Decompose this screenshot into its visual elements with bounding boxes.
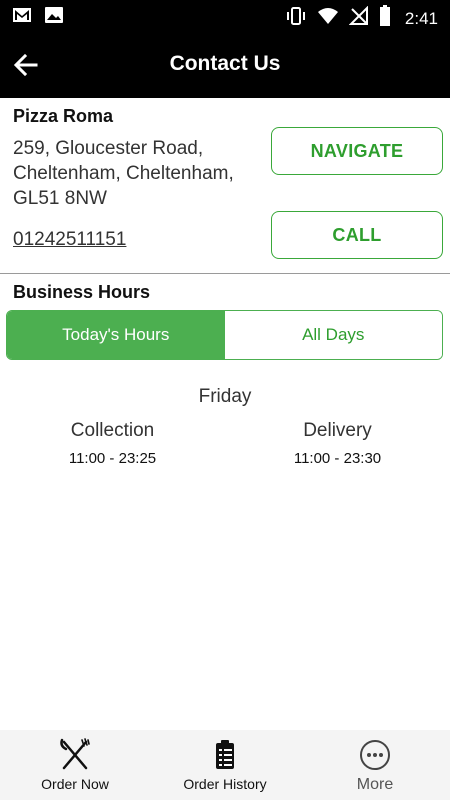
collection-label: Collection — [70, 420, 155, 441]
nav-order-history[interactable]: Order History — [150, 730, 300, 800]
page-title: Contact Us — [169, 52, 281, 75]
notification-icons — [12, 6, 64, 29]
nav-label: Order Now — [41, 776, 109, 792]
clipboard-icon — [208, 738, 242, 772]
delivery-time: 11:00 - 23:30 — [293, 450, 382, 467]
no-signal-icon — [348, 5, 369, 31]
status-bar: 2:41 — [0, 0, 450, 32]
address-line: GL51 8NW — [13, 188, 107, 209]
delivery-label: Delivery — [303, 420, 372, 441]
delivery-hours: Delivery 11:00 - 23:30 — [225, 420, 450, 467]
address-line: Cheltenham, Cheltenham, — [13, 163, 234, 184]
status-time: 2:41 — [404, 8, 438, 28]
bottom-navigation: Order Now Order History More — [0, 730, 450, 800]
battery-icon — [379, 5, 391, 32]
address-line: 259, Gloucester Road, — [13, 138, 204, 159]
collection-time: 11:00 - 23:25 — [68, 450, 157, 467]
nav-label: Order History — [183, 776, 267, 792]
image-icon — [44, 6, 64, 29]
store-name: Pizza Roma — [13, 106, 114, 126]
tab-all-days[interactable]: All Days — [224, 311, 442, 359]
navigate-button[interactable]: NAVIGATE — [271, 127, 443, 175]
fork-knife-icon — [58, 738, 92, 772]
toolbar: Contact Us — [0, 32, 450, 98]
gmail-icon — [12, 6, 32, 29]
tab-todays-hours[interactable]: Today's Hours — [7, 311, 225, 359]
nav-order-now[interactable]: Order Now — [0, 730, 150, 800]
nav-label: More — [356, 776, 394, 793]
more-dots-icon — [358, 738, 392, 772]
day-label: Friday — [198, 386, 252, 407]
collection-hours: Collection 11:00 - 23:25 — [0, 420, 225, 467]
nav-more[interactable]: More — [300, 730, 450, 800]
vibrate-icon — [285, 6, 307, 31]
wifi-icon — [317, 6, 339, 31]
phone-link[interactable]: 01242511151 — [13, 229, 126, 251]
call-button[interactable]: CALL — [271, 211, 443, 259]
hours-segmented-control: Today's Hours All Days — [6, 310, 443, 360]
divider — [0, 273, 450, 274]
business-hours-title: Business Hours — [13, 282, 151, 302]
store-address: 259, Gloucester Road, Cheltenham, Chelte… — [13, 136, 263, 211]
system-icons: 2:41 — [285, 5, 438, 32]
